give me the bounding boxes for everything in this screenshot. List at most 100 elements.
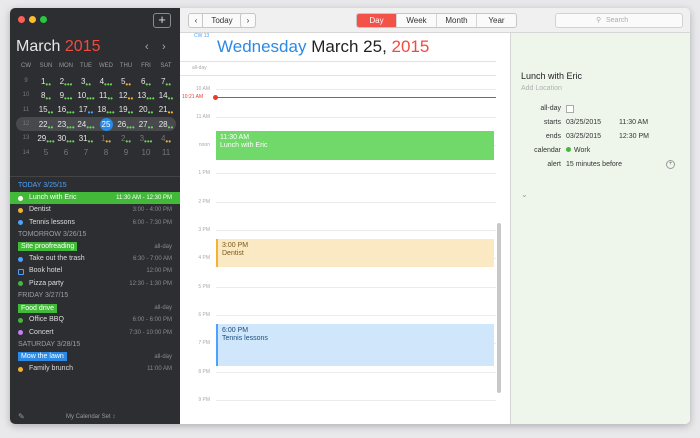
- mini-calendar-day[interactable]: 29•••: [36, 134, 56, 146]
- calendar-set-selector[interactable]: My Calendar Set ↕: [66, 414, 115, 420]
- agenda-item[interactable]: Dentist 3:00 - 4:00 PM: [10, 204, 180, 216]
- ends-date-field[interactable]: 03/25/2015: [566, 133, 601, 140]
- mini-calendar-day[interactable]: 8••: [36, 91, 56, 103]
- event-dentist[interactable]: 3:00 PM Dentist: [216, 239, 494, 267]
- search-field[interactable]: ⚲ Search: [555, 13, 683, 28]
- mini-calendar-day[interactable]: 2•••: [56, 77, 76, 89]
- mini-calendar-day[interactable]: 11: [156, 148, 176, 157]
- mini-calendar-today[interactable]: 25: [99, 117, 113, 131]
- view-month-button[interactable]: Month: [436, 14, 476, 27]
- event-tennis-lessons[interactable]: 6:00 PM Tennis lessons: [216, 324, 494, 366]
- mini-calendar-day[interactable]: 21••: [156, 105, 176, 117]
- mini-calendar-day[interactable]: 28••: [156, 120, 176, 132]
- hour-row[interactable]: 2 PM: [180, 199, 496, 205]
- day-number: 10: [141, 148, 151, 158]
- agenda-item[interactable]: Office BBQ 6:00 - 6:00 PM: [10, 314, 180, 326]
- mini-calendar-day[interactable]: 18•••: [96, 105, 116, 117]
- mini-calendar-day[interactable]: 1••: [36, 77, 56, 89]
- close-window-button[interactable]: [18, 16, 25, 23]
- inspector-title[interactable]: Lunch with Eric: [521, 71, 582, 81]
- starts-time-field[interactable]: 11:30 AM: [619, 119, 648, 126]
- mini-calendar-day[interactable]: 3•••: [136, 134, 156, 146]
- agenda-item[interactable]: Pizza party 12:30 - 1:30 PM: [10, 278, 180, 290]
- mini-calendar-day[interactable]: 10: [136, 148, 156, 157]
- hour-row[interactable]: 5 PM: [180, 284, 496, 290]
- mini-calendar-day[interactable]: 22••: [36, 120, 56, 132]
- agenda-item-time: all-day: [154, 353, 172, 360]
- view-day-button[interactable]: Day: [357, 14, 396, 27]
- allday-checkbox[interactable]: [566, 105, 574, 113]
- today-button[interactable]: Today: [202, 13, 242, 28]
- mini-calendar-day[interactable]: 10•••: [76, 91, 96, 103]
- hour-row[interactable]: 9 PM: [180, 397, 496, 403]
- day-view-scrollbar[interactable]: [497, 223, 501, 393]
- next-month-chevron-icon[interactable]: ›: [162, 41, 166, 53]
- mini-calendar-day[interactable]: 13•••: [136, 91, 156, 103]
- mini-calendar-day[interactable]: 14••: [156, 91, 176, 103]
- starts-date-field[interactable]: 03/25/2015: [566, 119, 601, 126]
- add-alert-plus-icon[interactable]: +: [666, 160, 675, 169]
- inspector-location-field[interactable]: Add Location: [521, 85, 562, 92]
- mini-calendar-day[interactable]: 15••: [36, 105, 56, 117]
- mini-calendar-day[interactable]: 30•••: [56, 134, 76, 146]
- zoom-window-button[interactable]: [40, 16, 47, 23]
- event-lunch-with-eric[interactable]: 11:30 AM Lunch with Eric: [216, 131, 494, 160]
- alert-selector[interactable]: 15 minutes before: [566, 161, 622, 168]
- hour-row[interactable]: 8 PM: [180, 369, 496, 375]
- all-day-row[interactable]: all-day: [180, 61, 496, 76]
- mini-calendar-day[interactable]: 12••: [116, 91, 136, 103]
- mini-calendar-day[interactable]: 3••: [76, 77, 96, 89]
- agenda-item[interactable]: Concert 7:30 - 10:00 PM: [10, 327, 180, 339]
- agenda-item[interactable]: Family brunch 11:00 AM: [10, 363, 180, 375]
- mini-calendar-day[interactable]: 5••: [116, 77, 136, 89]
- hour-row[interactable]: 1 PM: [180, 170, 496, 176]
- calendar-selector[interactable]: Work: [566, 147, 590, 154]
- minimize-window-button[interactable]: [29, 16, 36, 23]
- mini-calendar-day[interactable]: 8: [96, 148, 116, 157]
- mini-calendar-day[interactable]: 4••: [156, 134, 176, 146]
- view-week-button[interactable]: Week: [396, 14, 436, 27]
- day-title-year: 2015: [391, 37, 430, 56]
- mini-calendar-day[interactable]: 7••: [156, 77, 176, 89]
- weekday-header: CW SUN MON TUE WED THU FRI SAT: [16, 63, 176, 69]
- mini-calendar-day[interactable]: 6: [56, 148, 76, 157]
- previous-month-chevron-icon[interactable]: ‹: [145, 41, 149, 53]
- edit-calendar-set-icon[interactable]: ✎: [18, 412, 25, 421]
- mini-calendar-day[interactable]: 7: [76, 148, 96, 157]
- mini-calendar-day[interactable]: 31••: [76, 134, 96, 146]
- ends-time-field[interactable]: 12:30 PM: [619, 133, 649, 140]
- agenda-item[interactable]: Site proofreading all-day: [10, 241, 180, 253]
- mini-calendar-day[interactable]: 2••: [116, 134, 136, 146]
- expand-details-chevron-icon[interactable]: ⌄: [521, 190, 528, 199]
- mini-calendar-day[interactable]: 19••: [116, 105, 136, 117]
- hour-row[interactable]: 10 AM: [180, 86, 496, 92]
- hour-row[interactable]: 6 PM: [180, 312, 496, 318]
- mini-calendar-day[interactable]: 11••: [96, 91, 116, 103]
- mini-calendar-day[interactable]: 20••: [136, 105, 156, 117]
- agenda-item[interactable]: Book hotel 12:00 PM: [10, 265, 180, 277]
- agenda-item[interactable]: Mow the lawn all-day: [10, 351, 180, 363]
- mini-calendar-day[interactable]: 26•••: [116, 120, 136, 132]
- task-checkbox-icon[interactable]: [18, 268, 24, 275]
- next-day-button[interactable]: ›: [240, 13, 256, 28]
- mini-calendar-day[interactable]: 24•••: [76, 120, 96, 132]
- add-event-button[interactable]: +: [153, 13, 171, 28]
- mini-calendar-day[interactable]: 4•••: [96, 77, 116, 89]
- agenda-item[interactable]: Tennis lessons 6:00 - 7:30 PM: [10, 217, 180, 229]
- mini-calendar-day[interactable]: 23•••: [56, 120, 76, 132]
- mini-calendar-day[interactable]: 9: [116, 148, 136, 157]
- mini-calendar-day[interactable]: 5: [36, 148, 56, 157]
- agenda-item[interactable]: Lunch with Eric 11:30 AM - 12:30 PM: [10, 192, 180, 205]
- hour-row[interactable]: 11 AM: [180, 114, 496, 120]
- view-year-button[interactable]: Year: [476, 14, 516, 27]
- mini-calendar-day[interactable]: 27••: [136, 120, 156, 132]
- calendar-color-dot: [18, 317, 23, 323]
- hour-row[interactable]: 3 PM: [180, 227, 496, 233]
- mini-calendar-day[interactable]: 9•••: [56, 91, 76, 103]
- mini-calendar-day[interactable]: 1••: [96, 134, 116, 146]
- agenda-item[interactable]: Food drive all-day: [10, 302, 180, 314]
- agenda-item[interactable]: Take out the trash 6:30 - 7:00 AM: [10, 253, 180, 265]
- mini-calendar-day[interactable]: 16•••: [56, 105, 76, 117]
- mini-calendar-day[interactable]: 6••: [136, 77, 156, 89]
- mini-calendar-day[interactable]: 17••: [76, 105, 96, 117]
